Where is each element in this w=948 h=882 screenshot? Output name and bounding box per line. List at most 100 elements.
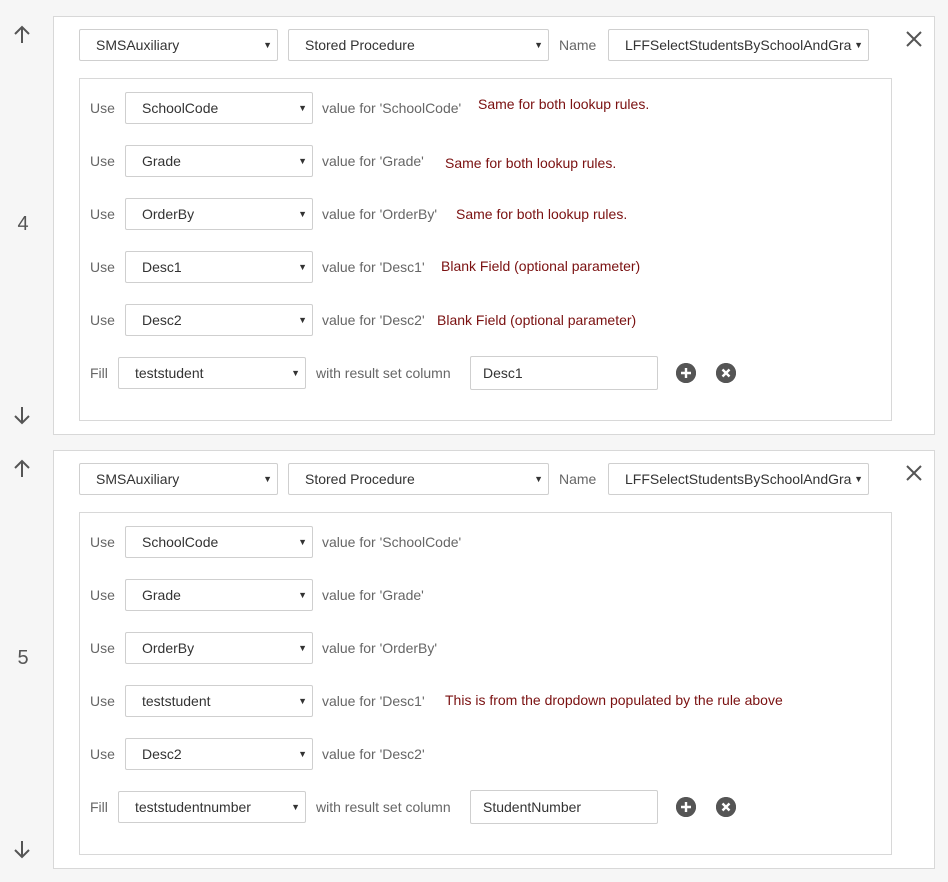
use-label: Use: [90, 587, 115, 603]
chevron-down-icon: ▼: [298, 643, 307, 653]
value-for-label: value for 'Desc2': [322, 746, 425, 762]
database-select[interactable]: SMSAuxiliary ▼: [79, 463, 278, 495]
result-column-input[interactable]: Desc1: [470, 356, 658, 390]
chevron-down-icon: ▼: [534, 40, 543, 50]
chevron-down-icon: ▼: [854, 40, 863, 50]
chevron-down-icon: ▼: [263, 40, 272, 50]
param-note: Same for both lookup rules.: [478, 96, 650, 112]
chevron-down-icon: ▼: [298, 262, 307, 272]
plus-circle-icon[interactable]: [676, 363, 696, 383]
chevron-down-icon: ▼: [298, 156, 307, 166]
rule-nav: 5: [0, 440, 48, 882]
result-column-input[interactable]: StudentNumber: [470, 790, 658, 824]
procedure-name-select[interactable]: LFFSelectStudentsBySchoolAndGra ▼: [608, 29, 869, 61]
chevron-down-icon: ▼: [291, 802, 300, 812]
param-field-value: OrderBy: [142, 206, 195, 222]
x-circle-icon[interactable]: [716, 363, 736, 383]
value-for-label: value for 'Desc1': [322, 259, 425, 275]
fill-label: Fill: [90, 365, 108, 381]
close-icon[interactable]: [904, 29, 924, 49]
rule-number: 4: [17, 213, 29, 235]
fill-label: Fill: [90, 799, 108, 815]
param-note: Same for both lookup rules.: [445, 155, 617, 171]
lookup-rule-4: 4 SMSAuxiliary ▼ Stored Procedure ▼ Name…: [0, 0, 948, 440]
database-select[interactable]: SMSAuxiliary ▼: [79, 29, 278, 61]
use-label: Use: [90, 259, 115, 275]
param-field-select[interactable]: Grade ▼: [125, 145, 313, 177]
chevron-down-icon: ▼: [291, 368, 300, 378]
close-icon[interactable]: [904, 463, 924, 483]
param-field-select[interactable]: SchoolCode ▼: [125, 92, 313, 124]
value-for-label: value for 'Desc1': [322, 693, 425, 709]
value-for-label: value for 'SchoolCode': [322, 100, 462, 116]
value-for-label: value for 'OrderBy': [322, 640, 438, 656]
chevron-down-icon: ▼: [534, 474, 543, 484]
query-type-value: Stored Procedure: [305, 471, 415, 487]
use-label: Use: [90, 153, 115, 169]
use-label: Use: [90, 312, 115, 328]
fill-field-select[interactable]: teststudentnumber ▼: [118, 791, 306, 823]
arrow-up-icon[interactable]: [11, 458, 33, 480]
param-field-value: Desc1: [142, 259, 182, 275]
param-field-select[interactable]: SchoolCode ▼: [125, 526, 313, 558]
chevron-down-icon: ▼: [298, 315, 307, 325]
fill-field-value: teststudent: [135, 365, 204, 381]
param-field-value: SchoolCode: [142, 534, 219, 550]
use-label: Use: [90, 534, 115, 550]
fill-field-select[interactable]: teststudent ▼: [118, 357, 306, 389]
param-note: This is from the dropdown populated by t…: [445, 692, 783, 708]
value-for-label: value for 'Grade': [322, 153, 424, 169]
param-field-select[interactable]: teststudent ▼: [125, 685, 313, 717]
procedure-name-value: LFFSelectStudentsBySchoolAndGra: [625, 37, 852, 53]
result-column-label: with result set column: [316, 365, 451, 381]
param-field-value: OrderBy: [142, 640, 195, 656]
use-label: Use: [90, 693, 115, 709]
query-type-select[interactable]: Stored Procedure ▼: [288, 29, 549, 61]
param-field-select[interactable]: Grade ▼: [125, 579, 313, 611]
procedure-name-select[interactable]: LFFSelectStudentsBySchoolAndGra ▼: [608, 463, 869, 495]
chevron-down-icon: ▼: [298, 209, 307, 219]
database-value: SMSAuxiliary: [96, 37, 180, 53]
param-note: Blank Field (optional parameter): [441, 258, 641, 274]
name-label: Name: [559, 471, 597, 487]
arrow-down-icon[interactable]: [11, 838, 33, 860]
chevron-down-icon: ▼: [298, 103, 307, 113]
plus-circle-icon[interactable]: [676, 797, 696, 817]
query-type-value: Stored Procedure: [305, 37, 415, 53]
arrow-up-icon[interactable]: [11, 24, 33, 46]
rule-card: SMSAuxiliary ▼ Stored Procedure ▼ Name L…: [53, 16, 935, 435]
parameter-panel: Use SchoolCode ▼ value for 'SchoolCode' …: [79, 78, 892, 421]
param-note: Same for both lookup rules.: [456, 206, 628, 222]
value-for-label: value for 'SchoolCode': [322, 534, 462, 550]
rule-nav: 4: [0, 0, 48, 440]
lookup-rule-5: 5 SMSAuxiliary ▼ Stored Procedure ▼ Name…: [0, 440, 948, 882]
chevron-down-icon: ▼: [298, 590, 307, 600]
parameter-panel: Use SchoolCode ▼ value for 'SchoolCode' …: [79, 512, 892, 855]
param-field-select[interactable]: OrderBy ▼: [125, 198, 313, 230]
procedure-name-value: LFFSelectStudentsBySchoolAndGra: [625, 471, 852, 487]
param-field-select[interactable]: Desc2 ▼: [125, 738, 313, 770]
use-label: Use: [90, 100, 115, 116]
param-field-select[interactable]: Desc1 ▼: [125, 251, 313, 283]
fill-field-value: teststudentnumber: [135, 799, 251, 815]
param-field-value: Desc2: [142, 312, 182, 328]
database-value: SMSAuxiliary: [96, 471, 180, 487]
value-for-label: value for 'Desc2': [322, 312, 425, 328]
value-for-label: value for 'OrderBy': [322, 206, 438, 222]
chevron-down-icon: ▼: [854, 474, 863, 484]
param-field-value: Desc2: [142, 746, 182, 762]
param-field-select[interactable]: Desc2 ▼: [125, 304, 313, 336]
chevron-down-icon: ▼: [298, 537, 307, 547]
use-label: Use: [90, 206, 115, 222]
result-column-label: with result set column: [316, 799, 451, 815]
arrow-down-icon[interactable]: [11, 404, 33, 426]
param-field-value: SchoolCode: [142, 100, 219, 116]
use-label: Use: [90, 746, 115, 762]
x-circle-icon[interactable]: [716, 797, 736, 817]
param-field-value: Grade: [142, 153, 181, 169]
query-type-select[interactable]: Stored Procedure ▼: [288, 463, 549, 495]
chevron-down-icon: ▼: [298, 749, 307, 759]
param-field-select[interactable]: OrderBy ▼: [125, 632, 313, 664]
rule-card: SMSAuxiliary ▼ Stored Procedure ▼ Name L…: [53, 450, 935, 869]
value-for-label: value for 'Grade': [322, 587, 424, 603]
